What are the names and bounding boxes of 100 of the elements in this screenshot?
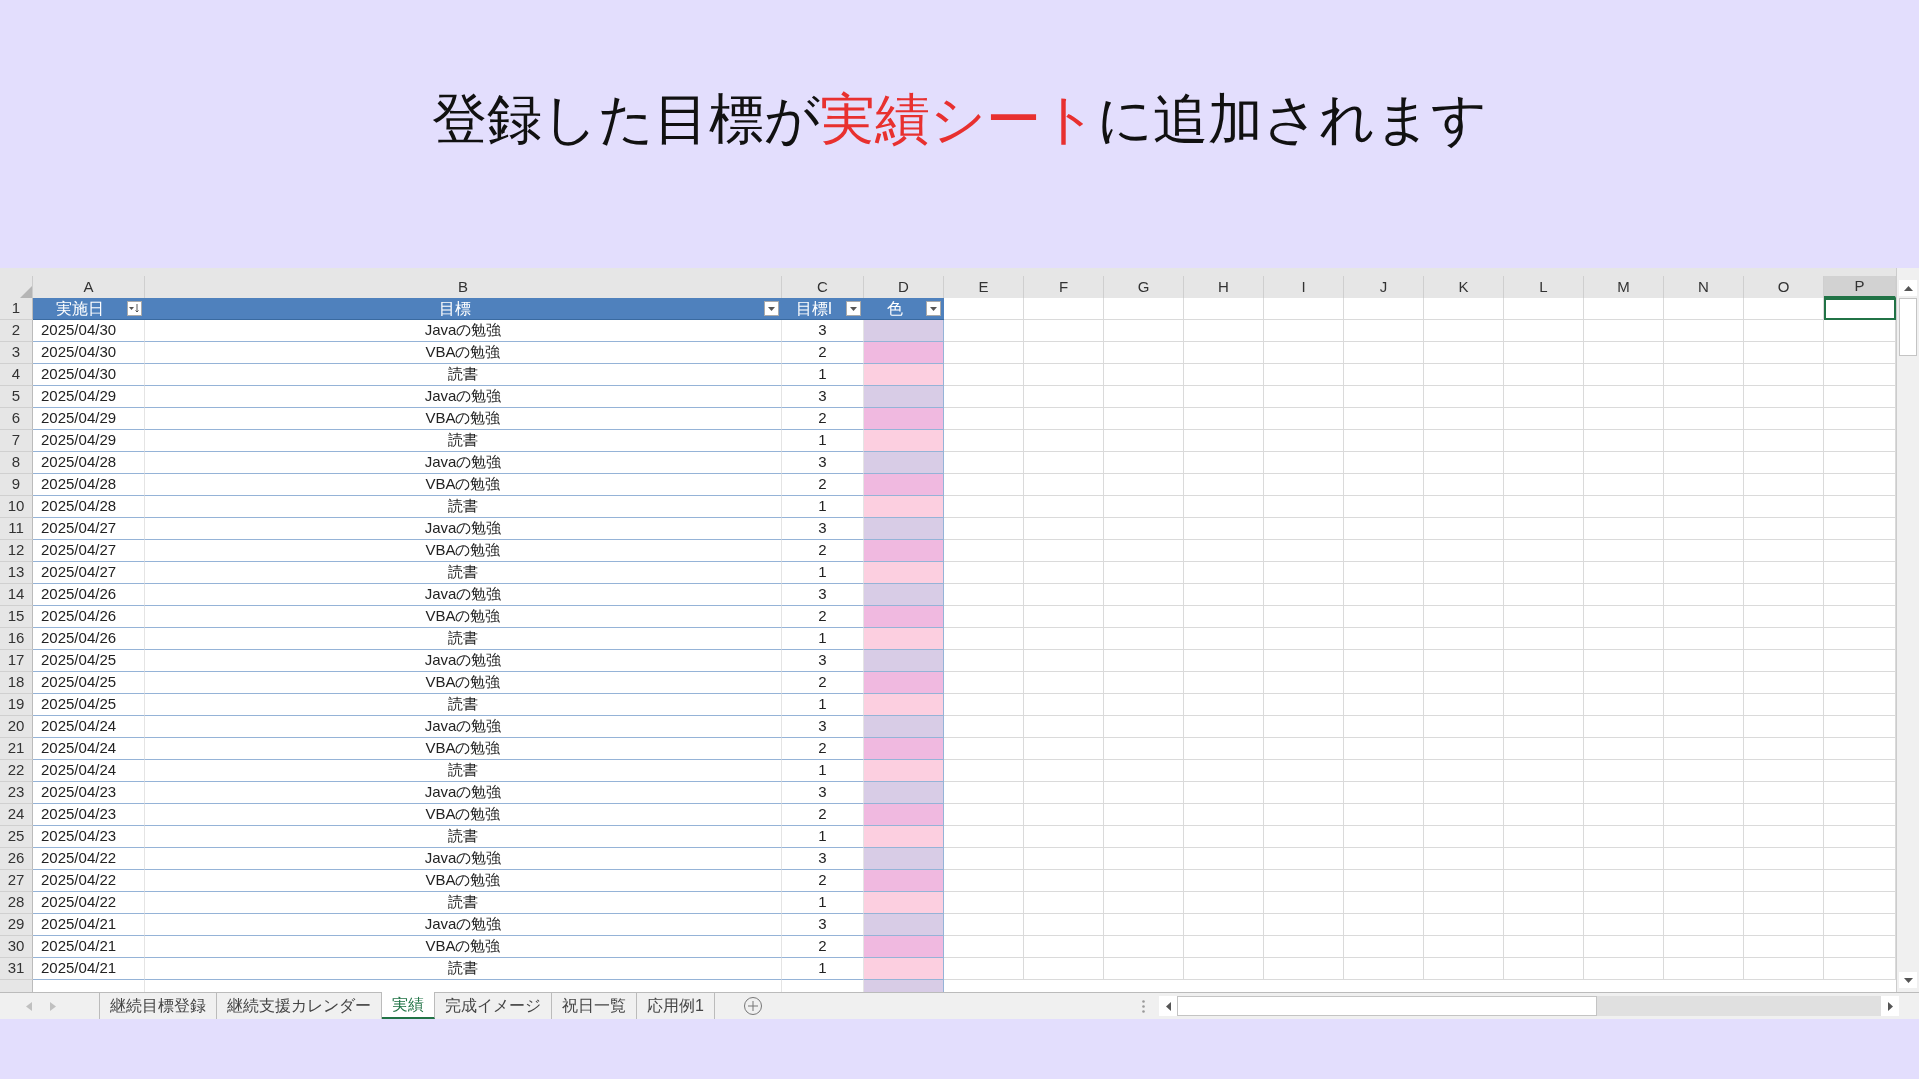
- empty-cell[interactable]: [1424, 518, 1504, 540]
- empty-cell[interactable]: [1184, 408, 1264, 430]
- empty-cell[interactable]: [1424, 474, 1504, 496]
- empty-cell[interactable]: [1744, 342, 1824, 364]
- empty-cell[interactable]: [1344, 892, 1424, 914]
- empty-cell[interactable]: [1344, 694, 1424, 716]
- empty-cell[interactable]: [1504, 782, 1584, 804]
- empty-cell[interactable]: [1504, 452, 1584, 474]
- empty-cell[interactable]: [1424, 870, 1504, 892]
- empty-cell[interactable]: [1104, 320, 1184, 342]
- empty-cell[interactable]: [1744, 364, 1824, 386]
- empty-cell[interactable]: [1744, 562, 1824, 584]
- empty-cell[interactable]: [1264, 804, 1344, 826]
- empty-cell[interactable]: [1424, 760, 1504, 782]
- empty-cell[interactable]: [1584, 804, 1664, 826]
- empty-cell[interactable]: [1504, 430, 1584, 452]
- empty-cell[interactable]: [1424, 694, 1504, 716]
- empty-cell[interactable]: [1104, 694, 1184, 716]
- empty-cell[interactable]: [1664, 848, 1744, 870]
- empty-cell[interactable]: [1504, 738, 1584, 760]
- selected-cell[interactable]: [1824, 298, 1896, 320]
- empty-cell[interactable]: [1744, 848, 1824, 870]
- empty-cell[interactable]: [1024, 518, 1104, 540]
- empty-cell[interactable]: [1024, 562, 1104, 584]
- empty-cell[interactable]: [1104, 298, 1184, 320]
- empty-cell[interactable]: [1504, 342, 1584, 364]
- empty-cell[interactable]: [1264, 364, 1344, 386]
- empty-cell[interactable]: [1024, 914, 1104, 936]
- filter-dropdown-button[interactable]: [846, 301, 861, 316]
- empty-cell[interactable]: [1584, 672, 1664, 694]
- empty-cell[interactable]: [1184, 474, 1264, 496]
- empty-cell[interactable]: [1104, 496, 1184, 518]
- empty-cell[interactable]: [1744, 496, 1824, 518]
- column-header[interactable]: F: [1024, 276, 1104, 298]
- empty-cell[interactable]: [1344, 562, 1424, 584]
- empty-cell[interactable]: [1584, 430, 1664, 452]
- empty-cell[interactable]: [1744, 430, 1824, 452]
- empty-cell[interactable]: [1584, 342, 1664, 364]
- empty-cell[interactable]: [1104, 452, 1184, 474]
- empty-cell[interactable]: [1344, 672, 1424, 694]
- empty-cell[interactable]: [1744, 452, 1824, 474]
- empty-cell[interactable]: [1024, 716, 1104, 738]
- empty-cell[interactable]: [1664, 694, 1744, 716]
- empty-cell[interactable]: [1744, 298, 1824, 320]
- empty-cell[interactable]: [1424, 716, 1504, 738]
- empty-cell[interactable]: [1504, 826, 1584, 848]
- empty-cell[interactable]: [1024, 804, 1104, 826]
- empty-cell[interactable]: [1424, 914, 1504, 936]
- empty-cell[interactable]: [1024, 540, 1104, 562]
- empty-cell[interactable]: [1424, 672, 1504, 694]
- empty-cell[interactable]: [1264, 518, 1344, 540]
- filter-dropdown-button[interactable]: [764, 301, 779, 316]
- empty-cell[interactable]: [1504, 760, 1584, 782]
- empty-cell[interactable]: [1744, 914, 1824, 936]
- empty-cell[interactable]: [1344, 760, 1424, 782]
- column-header[interactable]: E: [944, 276, 1024, 298]
- column-header[interactable]: K: [1424, 276, 1504, 298]
- empty-cell[interactable]: [1184, 584, 1264, 606]
- empty-cell[interactable]: [1504, 958, 1584, 980]
- empty-cell[interactable]: [1584, 518, 1664, 540]
- empty-cell[interactable]: [1024, 474, 1104, 496]
- empty-cell[interactable]: [1584, 870, 1664, 892]
- empty-cell[interactable]: [1104, 386, 1184, 408]
- empty-cell[interactable]: [1344, 320, 1424, 342]
- empty-cell[interactable]: [1664, 870, 1744, 892]
- vertical-scroll-thumb[interactable]: [1899, 298, 1917, 356]
- empty-cell[interactable]: [1344, 606, 1424, 628]
- empty-cell[interactable]: [1664, 716, 1744, 738]
- empty-cell[interactable]: [1104, 606, 1184, 628]
- empty-cell[interactable]: [1504, 672, 1584, 694]
- empty-cell[interactable]: [1424, 606, 1504, 628]
- empty-cell[interactable]: [1104, 364, 1184, 386]
- empty-cell[interactable]: [1424, 320, 1504, 342]
- empty-cell[interactable]: [1344, 870, 1424, 892]
- empty-cell[interactable]: [1664, 562, 1744, 584]
- select-all-corner-icon[interactable]: [20, 286, 32, 298]
- empty-cell[interactable]: [1504, 716, 1584, 738]
- empty-cell[interactable]: [1024, 848, 1104, 870]
- empty-cell[interactable]: [1344, 408, 1424, 430]
- empty-cell[interactable]: [1104, 936, 1184, 958]
- empty-cell[interactable]: [1184, 452, 1264, 474]
- empty-cell[interactable]: [1184, 760, 1264, 782]
- empty-cell[interactable]: [1104, 518, 1184, 540]
- empty-cell[interactable]: [1104, 650, 1184, 672]
- empty-cell[interactable]: [1264, 606, 1344, 628]
- empty-cell[interactable]: [1344, 628, 1424, 650]
- empty-cell[interactable]: [1264, 958, 1344, 980]
- empty-cell[interactable]: [1744, 958, 1824, 980]
- sheet-tab[interactable]: 祝日一覧: [552, 993, 637, 1019]
- empty-cell[interactable]: [1104, 672, 1184, 694]
- empty-cell[interactable]: [1664, 386, 1744, 408]
- empty-cell[interactable]: [1184, 870, 1264, 892]
- empty-cell[interactable]: [1584, 958, 1664, 980]
- empty-cell[interactable]: [1744, 540, 1824, 562]
- empty-cell[interactable]: [1344, 958, 1424, 980]
- empty-cell[interactable]: [1424, 628, 1504, 650]
- empty-cell[interactable]: [1424, 408, 1504, 430]
- empty-cell[interactable]: [1264, 738, 1344, 760]
- empty-cell[interactable]: [1584, 474, 1664, 496]
- empty-cell[interactable]: [1024, 320, 1104, 342]
